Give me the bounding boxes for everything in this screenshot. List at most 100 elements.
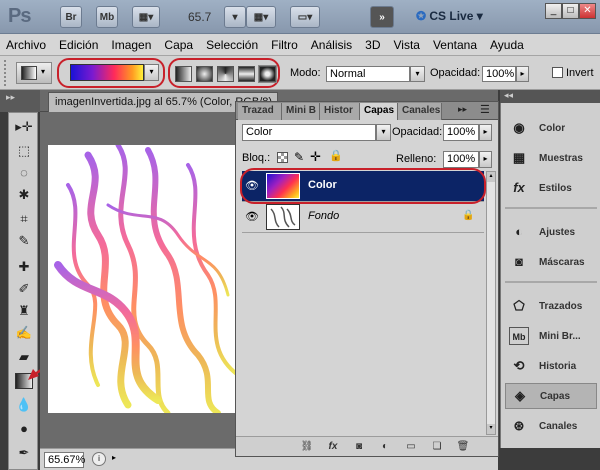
minimize-button[interactable]: _ bbox=[545, 3, 562, 19]
dock-item-mascaras[interactable]: ◙ Máscaras bbox=[505, 249, 597, 275]
fill-slider-button[interactable]: ▸ bbox=[479, 151, 492, 168]
eye-icon[interactable]: 👁 bbox=[244, 210, 260, 224]
brush-tool-icon[interactable]: ✐ bbox=[15, 281, 33, 297]
dock-separator bbox=[505, 207, 597, 209]
tab-capas[interactable]: Capas bbox=[360, 103, 398, 120]
history-brush-tool-icon[interactable]: ✍ bbox=[15, 325, 33, 341]
collapse-icon[interactable]: ▸▸ bbox=[6, 92, 15, 103]
move-tool-icon[interactable]: ▸✛ bbox=[15, 119, 33, 135]
tab-mini-bridge[interactable]: Mini B bbox=[282, 103, 320, 120]
angle-gradient-icon[interactable] bbox=[217, 66, 234, 82]
clone-stamp-tool-icon[interactable]: ♜ bbox=[15, 303, 33, 319]
view-extras-button[interactable]: ▦▾ bbox=[132, 6, 160, 28]
layers-scrollbar[interactable]: ▴ ▾ bbox=[486, 171, 496, 435]
cs-live-button[interactable]: ✪ CS Live ▾ bbox=[416, 9, 483, 23]
chevron-down-icon: ▾ bbox=[41, 67, 46, 76]
blend-mode-dropdown-button[interactable]: ▾ bbox=[376, 124, 391, 141]
linear-gradient-icon[interactable] bbox=[175, 66, 192, 82]
tool-preset-picker[interactable]: ▾ bbox=[16, 62, 52, 84]
layer-style-icon[interactable]: fx bbox=[326, 440, 340, 454]
menu-analisis[interactable]: Análisis bbox=[311, 38, 352, 52]
gradient-dropdown-button[interactable]: ▾ bbox=[144, 64, 159, 81]
layer-row-fondo[interactable]: 👁 Fondo 🔒 bbox=[242, 202, 484, 233]
opacity-slider-button[interactable]: ▸ bbox=[516, 66, 529, 82]
radial-gradient-icon[interactable] bbox=[196, 66, 213, 82]
zoom-level[interactable]: 65.7 bbox=[188, 10, 211, 24]
lasso-tool-icon[interactable]: ◌ bbox=[15, 165, 33, 181]
healing-brush-tool-icon[interactable]: ✚ bbox=[15, 259, 33, 275]
info-icon[interactable]: i bbox=[92, 452, 106, 466]
menu-filtro[interactable]: Filtro bbox=[271, 38, 298, 52]
mode-select[interactable]: Normal bbox=[326, 66, 410, 82]
dock-item-estilos[interactable]: fx Estilos bbox=[505, 175, 597, 201]
menu-3d[interactable]: 3D bbox=[365, 38, 380, 52]
status-zoom-input[interactable]: 65.67% bbox=[44, 452, 85, 468]
opacity-input[interactable]: 100% bbox=[482, 66, 516, 82]
lock-pixels-icon[interactable]: ✎ bbox=[294, 150, 304, 164]
fill-input[interactable]: 100% bbox=[443, 151, 479, 168]
pen-tool-icon[interactable]: ✒ bbox=[15, 445, 33, 461]
menu-imagen[interactable]: Imagen bbox=[111, 38, 151, 52]
lock-transparency-icon[interactable] bbox=[277, 152, 288, 163]
layer-mask-icon[interactable]: ◙ bbox=[352, 440, 366, 454]
dodge-tool-icon[interactable]: ● bbox=[15, 421, 33, 437]
masks-icon: ◙ bbox=[515, 254, 523, 269]
crop-tool-icon[interactable]: ⌗ bbox=[15, 211, 33, 227]
close-button[interactable]: ✕ bbox=[579, 3, 596, 19]
lock-position-icon[interactable]: ✛ bbox=[310, 149, 321, 165]
menu-archivo[interactable]: Archivo bbox=[6, 38, 46, 52]
lock-label: Bloq.: bbox=[242, 152, 271, 164]
eyedropper-tool-icon[interactable]: ✎ bbox=[15, 233, 33, 249]
arrange-documents-button[interactable]: ▦▾ bbox=[246, 6, 276, 28]
status-menu-arrow-icon[interactable]: ▸ bbox=[112, 453, 116, 462]
workspace-switcher-button[interactable]: » bbox=[370, 6, 394, 28]
new-layer-icon[interactable]: ❏ bbox=[430, 440, 444, 454]
quick-selection-tool-icon[interactable]: ✱ bbox=[15, 187, 33, 203]
tab-historia[interactable]: Histor bbox=[320, 103, 360, 120]
dock-item-mini-bridge[interactable]: Mb Mini Br... bbox=[505, 323, 597, 349]
panel-menu-icon[interactable]: ☰ bbox=[480, 103, 490, 116]
bridge-button[interactable]: Br bbox=[60, 6, 82, 28]
zoom-dropdown-button[interactable]: ▾ bbox=[224, 6, 246, 28]
dock-item-canales[interactable]: ⊛ Canales bbox=[505, 413, 597, 439]
collapse-icon[interactable]: ▸▸ bbox=[458, 104, 467, 115]
gradient-picker[interactable] bbox=[70, 64, 144, 81]
dock-item-capas[interactable]: ◈ Capas bbox=[505, 383, 597, 409]
blend-mode-select[interactable]: Color bbox=[242, 124, 376, 141]
dock-item-muestras[interactable]: ▦ Muestras bbox=[505, 145, 597, 171]
new-group-icon[interactable]: ▭ bbox=[404, 440, 418, 454]
dock-item-trazados[interactable]: ⬠ Trazados bbox=[505, 293, 597, 319]
menu-vista[interactable]: Vista bbox=[394, 38, 420, 52]
layer-thumbnail[interactable] bbox=[266, 204, 300, 230]
layer-name[interactable]: Fondo bbox=[308, 210, 339, 222]
tab-trazados[interactable]: Trazad bbox=[238, 103, 282, 120]
menu-ventana[interactable]: Ventana bbox=[433, 38, 477, 52]
scroll-down-icon[interactable]: ▾ bbox=[487, 424, 495, 434]
layer-opacity-input[interactable]: 100% bbox=[443, 124, 479, 141]
dock-item-color[interactable]: ◉ Color bbox=[505, 115, 597, 141]
reflected-gradient-icon[interactable] bbox=[238, 66, 255, 82]
screen-mode-button[interactable]: ▭▾ bbox=[290, 6, 320, 28]
collapse-icon[interactable]: ◂◂ bbox=[504, 90, 513, 101]
invert-checkbox[interactable] bbox=[552, 67, 563, 78]
marquee-tool-icon[interactable]: ⬚ bbox=[15, 143, 33, 159]
menu-capa[interactable]: Capa bbox=[164, 38, 193, 52]
tab-canales[interactable]: Canales bbox=[398, 103, 442, 120]
adjustment-layer-icon[interactable]: ◐ bbox=[378, 440, 392, 454]
menu-ayuda[interactable]: Ayuda bbox=[490, 38, 524, 52]
menu-seleccion[interactable]: Selección bbox=[206, 38, 258, 52]
maximize-button[interactable]: □ bbox=[562, 3, 579, 19]
layer-opacity-slider-button[interactable]: ▸ bbox=[479, 124, 492, 141]
mini-bridge-button[interactable]: Mb bbox=[96, 6, 118, 28]
diamond-gradient-icon[interactable] bbox=[258, 65, 277, 83]
options-grip[interactable] bbox=[4, 60, 8, 86]
blur-tool-icon[interactable]: 💧 bbox=[15, 397, 33, 413]
menu-edicion[interactable]: Edición bbox=[59, 38, 98, 52]
dock-item-ajustes[interactable]: ◐ Ajustes bbox=[505, 219, 597, 245]
delete-layer-icon[interactable]: 🗑 bbox=[456, 440, 470, 454]
lock-all-icon[interactable]: 🔒 bbox=[329, 149, 343, 162]
scroll-up-icon[interactable]: ▴ bbox=[487, 172, 495, 182]
mode-dropdown-button[interactable]: ▾ bbox=[410, 66, 425, 82]
dock-item-historia[interactable]: ⟲ Historia bbox=[505, 353, 597, 379]
link-layers-icon[interactable]: ⛓ bbox=[300, 440, 314, 454]
